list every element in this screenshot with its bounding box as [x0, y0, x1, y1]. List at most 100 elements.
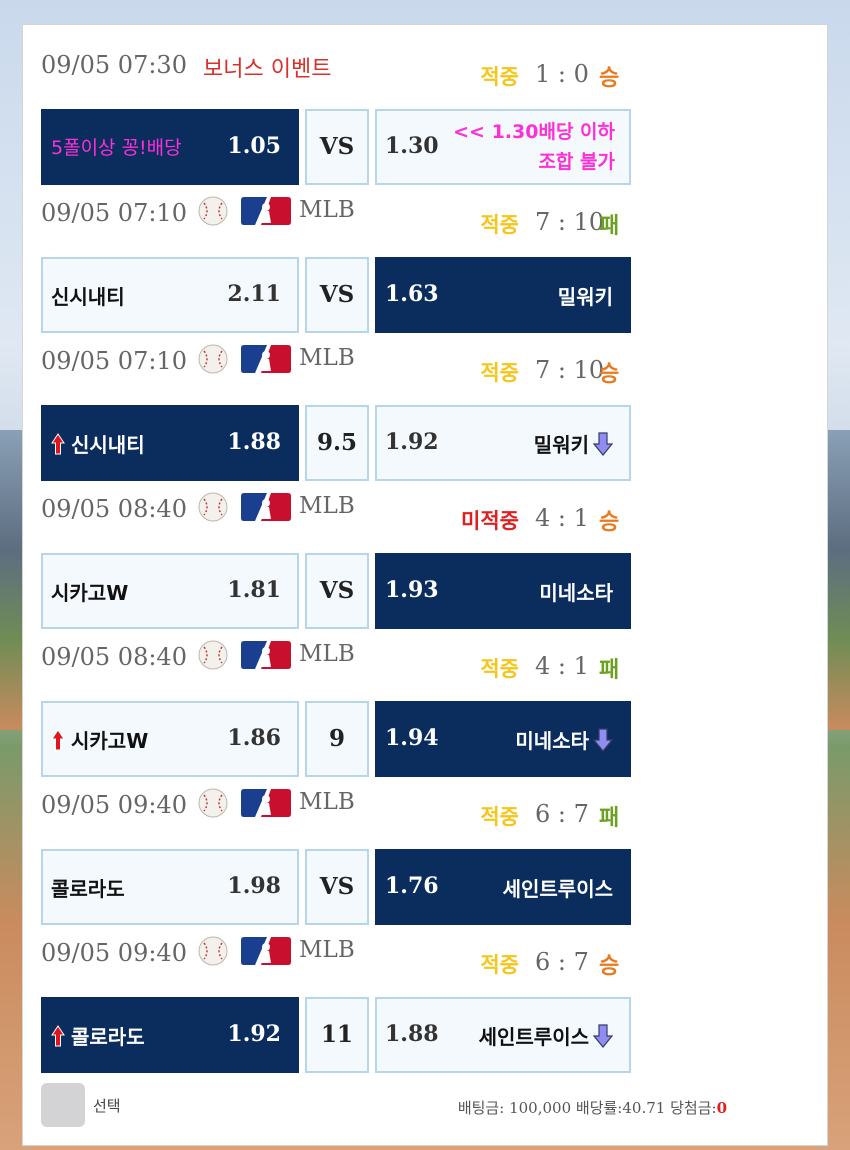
- mlb-logo-icon: [241, 789, 291, 817]
- mlb-logo-icon: [241, 345, 291, 373]
- home-team: 시카고W: [51, 725, 148, 756]
- away-team: 세인트루이스: [478, 1021, 614, 1053]
- arrow-down-icon: [592, 728, 614, 757]
- middle-value: 9.5: [316, 429, 357, 456]
- event-title: 보너스 이벤트: [203, 57, 332, 82]
- home-team: 콜로라도: [51, 873, 125, 902]
- event-right-note: << 1.30배당 이하 조합 불가: [453, 117, 615, 177]
- game-result: 패: [599, 806, 620, 831]
- middle-value: VS: [319, 873, 355, 900]
- game-status: 적중: [480, 657, 519, 681]
- event-header: 09/05 07:30 보너스 이벤트 적중 1 : 0 승: [23, 43, 829, 93]
- away-option[interactable]: 1.92 밀워키: [375, 405, 631, 481]
- baseball-icon: [197, 491, 229, 523]
- event-vs: VS: [319, 133, 355, 160]
- bet-slip-card: 09/05 07:30 보너스 이벤트 적중 1 : 0 승 5폴이상 꽁!배당…: [22, 24, 828, 1146]
- middle-option[interactable]: VS: [305, 553, 369, 629]
- game-header: 09/05 07:10 MLB 적중 7 : 10 패: [23, 191, 829, 241]
- away-team-name: 세인트루이스: [478, 1025, 589, 1049]
- game-score: 7 : 10: [535, 356, 605, 384]
- home-odds: 1.88: [227, 429, 281, 455]
- away-team-name: 밀워키: [557, 285, 613, 309]
- league-name: MLB: [299, 789, 355, 815]
- game-status: 적중: [480, 953, 519, 977]
- away-odds: 1.76: [385, 873, 439, 899]
- middle-option[interactable]: VS: [305, 849, 369, 925]
- event-bet-row: 5폴이상 꽁!배당 1.05 VS 1.30 << 1.30배당 이하 조합 불…: [41, 109, 631, 187]
- baseball-icon: [197, 935, 229, 967]
- middle-option[interactable]: 11: [305, 997, 369, 1073]
- background-stadium-left: [0, 430, 22, 730]
- away-option[interactable]: 1.63 밀워키: [375, 257, 631, 333]
- middle-value: 11: [320, 1021, 353, 1048]
- middle-option[interactable]: 9: [305, 701, 369, 777]
- game-bet-row: 신시내티 1.88 9.5 1.92 밀워키: [41, 405, 631, 483]
- bet-amount: 100,000: [509, 1099, 572, 1117]
- away-odds: 1.63: [385, 281, 439, 307]
- event-left-option[interactable]: 5폴이상 꽁!배당 1.05: [41, 109, 299, 185]
- home-team-name: 콜로라도: [51, 877, 125, 901]
- game-bet-row: 신시내티 2.11 VS 1.63 밀워키: [41, 257, 631, 335]
- game-status: 미적중: [461, 509, 519, 533]
- away-odds: 1.92: [385, 429, 439, 455]
- background-stadium-right: [828, 430, 850, 730]
- home-odds: 1.81: [227, 577, 281, 603]
- league-name: MLB: [299, 493, 355, 519]
- event-result: 승: [599, 66, 620, 91]
- home-odds: 1.98: [227, 873, 281, 899]
- game-time: 09/05 09:40: [41, 939, 187, 967]
- event-right-odds: 1.30: [385, 133, 439, 159]
- league-name: MLB: [299, 641, 355, 667]
- home-team: 시카고W: [51, 577, 128, 606]
- bet-summary: 배팅금: 100,000 배당률:40.71 당첨금:0: [458, 1097, 727, 1118]
- away-option[interactable]: 1.76 세인트루이스: [375, 849, 631, 925]
- away-option[interactable]: 1.94 미네소타: [375, 701, 631, 777]
- league-name: MLB: [299, 345, 355, 371]
- away-option[interactable]: 1.88 세인트루이스: [375, 997, 631, 1073]
- home-option[interactable]: 신시내티 2.11: [41, 257, 299, 333]
- win-amount-label: 당첨금:: [670, 1099, 717, 1117]
- baseball-icon: [197, 195, 229, 227]
- select-checkbox[interactable]: [41, 1083, 85, 1127]
- home-team: 콜로라도: [51, 1021, 145, 1052]
- game-header: 09/05 07:10 MLB 적중 7 : 10 승: [23, 339, 829, 389]
- game-header: 09/05 09:40 MLB 적중 6 : 7 패: [23, 783, 829, 833]
- home-option[interactable]: 콜로라도 1.98: [41, 849, 299, 925]
- arrow-up-icon: [51, 1025, 65, 1052]
- home-option[interactable]: 콜로라도 1.92: [41, 997, 299, 1073]
- mlb-logo-icon: [241, 197, 291, 225]
- middle-value: VS: [319, 281, 355, 308]
- arrow-down-icon: [592, 432, 614, 461]
- middle-value: VS: [319, 577, 355, 604]
- game-time: 09/05 09:40: [41, 791, 187, 819]
- away-option[interactable]: 1.93 미네소타: [375, 553, 631, 629]
- win-amount: 0: [716, 1099, 727, 1117]
- arrow-up-icon: [51, 729, 65, 756]
- away-team-name: 세인트루이스: [502, 877, 613, 901]
- baseball-icon: [197, 343, 229, 375]
- event-note-line2: 조합 불가: [538, 151, 615, 173]
- away-team: 밀워키: [558, 281, 613, 310]
- home-team: 신시내티: [51, 429, 145, 460]
- game-bet-row: 콜로라도 1.98 VS 1.76 세인트루이스: [41, 849, 631, 927]
- game-header: 09/05 08:40 MLB 적중 4 : 1 패: [23, 635, 829, 685]
- event-status: 적중: [480, 65, 519, 89]
- game-bet-row: 콜로라도 1.92 11 1.88 세인트루이스: [41, 997, 631, 1075]
- mlb-logo-icon: [241, 493, 291, 521]
- home-odds: 2.11: [227, 281, 281, 307]
- middle-option[interactable]: 9.5: [305, 405, 369, 481]
- game-time: 09/05 08:40: [41, 495, 187, 523]
- game-score: 7 : 10: [535, 208, 605, 236]
- game-result: 승: [599, 510, 620, 535]
- home-option[interactable]: 시카고W 1.86: [41, 701, 299, 777]
- away-team: 세인트루이스: [503, 873, 613, 902]
- middle-option[interactable]: VS: [305, 257, 369, 333]
- league-name: MLB: [299, 197, 355, 223]
- event-right-option[interactable]: 1.30 << 1.30배당 이하 조합 불가: [375, 109, 631, 185]
- middle-value: 9: [328, 725, 345, 752]
- home-option[interactable]: 시카고W 1.81: [41, 553, 299, 629]
- home-team-name: 신시내티: [71, 433, 145, 457]
- event-score: 1 : 0: [535, 60, 589, 88]
- home-team-name: 시카고W: [71, 729, 149, 753]
- home-option[interactable]: 신시내티 1.88: [41, 405, 299, 481]
